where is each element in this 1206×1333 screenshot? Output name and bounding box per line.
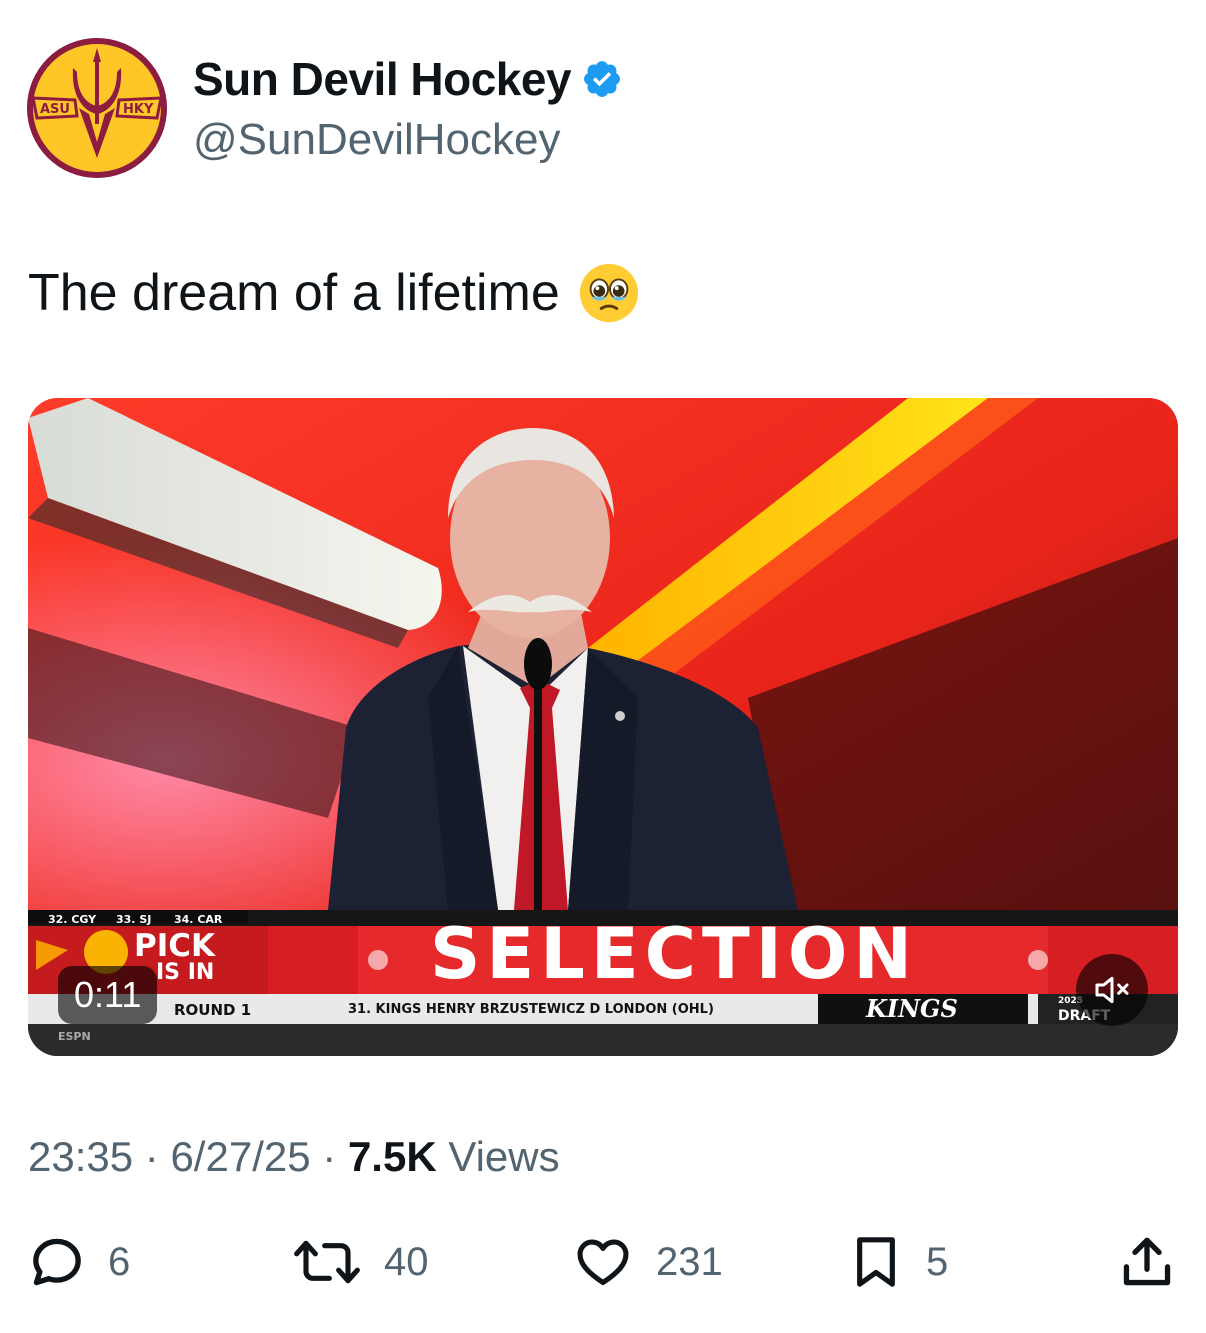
like-button[interactable]: 231 xyxy=(572,1232,723,1292)
pick-is-in-line2: IS IN xyxy=(156,960,215,985)
video-player[interactable]: 32. CGY 33. SJ 34. CAR PICK IS IN SELECT… xyxy=(28,398,1178,1056)
draft-order-1: 32. CGY xyxy=(48,913,97,926)
avatar-text-right: HKY xyxy=(123,102,154,117)
draft-order-2: 33. SJ xyxy=(116,913,152,926)
meta-separator: · xyxy=(322,1133,337,1180)
pick-info: 31. KINGS HENRY BRZUSTEWICZ D LONDON (OH… xyxy=(348,1002,714,1017)
repost-button[interactable]: 40 xyxy=(292,1232,429,1292)
views-label[interactable]: Views xyxy=(448,1133,559,1180)
repost-count: 40 xyxy=(384,1239,429,1284)
reply-button[interactable]: 6 xyxy=(28,1232,130,1292)
account-handle[interactable]: @SunDevilHockey xyxy=(193,115,560,165)
share-icon xyxy=(1123,1237,1171,1286)
video-timer: 0:11 xyxy=(58,966,158,1024)
meta-separator: · xyxy=(144,1133,159,1180)
kings-logo-text: KINGS xyxy=(866,994,958,1023)
bookmark-button[interactable]: 5 xyxy=(848,1232,948,1292)
avatar-text-left: ASU xyxy=(40,102,70,117)
display-name[interactable]: Sun Devil Hockey xyxy=(193,52,572,106)
reply-icon xyxy=(33,1238,81,1286)
tweet-time[interactable]: 23:35 xyxy=(28,1133,133,1180)
repost-icon xyxy=(294,1240,360,1284)
avatar[interactable]: ASU HKY xyxy=(27,38,167,178)
round-label: ROUND 1 xyxy=(174,1001,252,1019)
share-button[interactable] xyxy=(1118,1232,1176,1292)
like-count: 231 xyxy=(656,1239,723,1284)
pick-is-in-line1: PICK xyxy=(134,928,216,964)
bookmark-count: 5 xyxy=(926,1239,949,1284)
network-logo: ESPN xyxy=(58,1030,91,1043)
tweet-date[interactable]: 6/27/25 xyxy=(170,1133,310,1180)
mute-button[interactable] xyxy=(1076,954,1148,1026)
draft-order-3: 34. CAR xyxy=(174,913,223,926)
face-holding-back-tears-icon xyxy=(579,263,638,323)
tweet-text-content: The dream of a lifetime xyxy=(28,264,560,322)
selection-banner: SELECTION xyxy=(430,913,918,995)
bookmark-icon xyxy=(857,1237,895,1287)
views-count[interactable]: 7.5K xyxy=(348,1133,437,1180)
heart-icon xyxy=(577,1239,629,1286)
tweet-meta: 23:35 · 6/27/25 · 7.5K Views xyxy=(28,1133,560,1181)
verified-badge-icon[interactable] xyxy=(581,58,623,100)
tweet-text: The dream of a lifetime xyxy=(28,262,640,324)
speaker-muted-icon xyxy=(1095,976,1129,1004)
display-name-row[interactable]: Sun Devil Hockey xyxy=(193,52,623,106)
reply-count: 6 xyxy=(108,1239,131,1284)
